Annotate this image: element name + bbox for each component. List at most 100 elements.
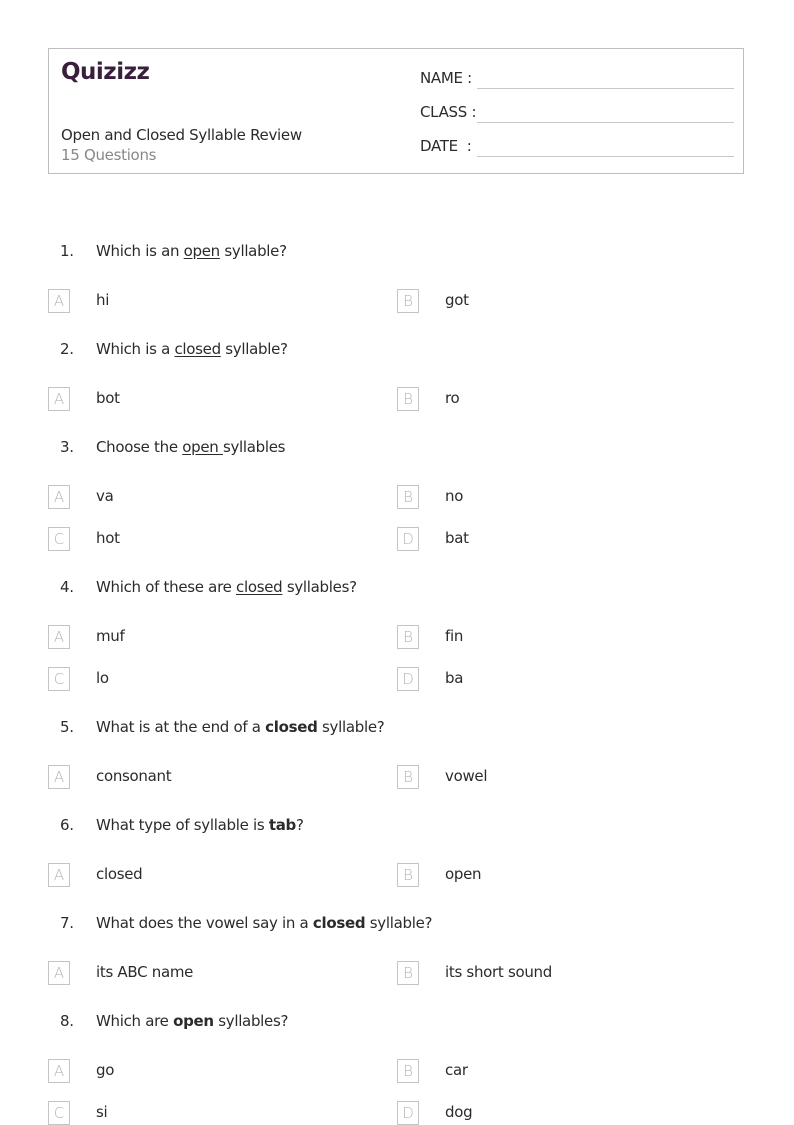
date-input-line[interactable] [477, 156, 734, 157]
answer-option-a[interactable]: Ahi [48, 289, 348, 313]
answer-option-c[interactable]: Clo [48, 667, 348, 691]
question-5: 5. What is at the end of a closed syllabl… [0, 718, 794, 742]
answer-option-a[interactable]: Ago [48, 1059, 348, 1083]
option-text: ba [445, 669, 464, 687]
question-4: 4. Which of these are closed syllables? [0, 578, 794, 602]
option-text: vowel [445, 767, 488, 785]
option-letter-box[interactable]: C [48, 527, 70, 551]
bold-keyword: tab [268, 816, 296, 834]
option-text: go [96, 1061, 115, 1079]
question-text-part: Choose the [96, 438, 183, 456]
option-letter-box[interactable]: B [397, 961, 419, 985]
option-text: va [96, 487, 114, 505]
answer-option-a[interactable]: Ava [48, 485, 348, 509]
question-text-part: Which are [96, 1012, 174, 1030]
answer-option-a[interactable]: Aconsonant [48, 765, 348, 789]
answer-option-b[interactable]: Bgot [397, 289, 697, 313]
option-letter-box[interactable]: A [48, 485, 70, 509]
option-letter-box[interactable]: B [397, 863, 419, 887]
question-number: 4. [60, 578, 74, 596]
option-text: si [96, 1103, 108, 1121]
option-text: dog [445, 1103, 473, 1121]
answer-option-a[interactable]: Abot [48, 387, 348, 411]
question-count: 15 Questions [61, 146, 157, 164]
answer-option-a[interactable]: Aits ABC name [48, 961, 348, 985]
option-letter-box[interactable]: B [397, 765, 419, 789]
question-text: Which is an open syllable? [96, 242, 287, 260]
option-text: muf [96, 627, 125, 645]
answer-option-b[interactable]: Bno [397, 485, 697, 509]
question-text-part: syllable? [365, 914, 433, 932]
date-label: DATE : [420, 137, 472, 155]
option-letter-box[interactable]: D [397, 1101, 419, 1125]
answer-option-a[interactable]: Aclosed [48, 863, 348, 887]
question-2: 2. Which is a closed syllable? [0, 340, 794, 364]
name-input-line[interactable] [477, 88, 734, 89]
bold-keyword: closed [312, 914, 366, 932]
question-text: Which are open syllables? [96, 1012, 288, 1030]
option-letter-box[interactable]: A [48, 863, 70, 887]
option-letter-box[interactable]: A [48, 289, 70, 313]
underlined-keyword: open [183, 242, 221, 260]
answer-option-d[interactable]: Ddog [397, 1101, 697, 1125]
question-number: 7. [60, 914, 74, 932]
answer-option-b[interactable]: Bro [397, 387, 697, 411]
option-letter-box[interactable]: D [397, 527, 419, 551]
underlined-keyword: closed [236, 578, 283, 596]
option-text: its ABC name [96, 963, 194, 981]
question-text-part: Which is a [96, 340, 175, 358]
option-text: lo [96, 669, 109, 687]
option-letter-box[interactable]: C [48, 667, 70, 691]
name-label: NAME : [420, 69, 472, 87]
answer-option-b[interactable]: Bcar [397, 1059, 697, 1083]
question-text-part: syllables? [213, 1012, 289, 1030]
option-letter-box[interactable]: A [48, 387, 70, 411]
answer-option-c[interactable]: Chot [48, 527, 348, 551]
question-3: 3. Choose the open syllables [0, 438, 794, 462]
bold-keyword: open [173, 1012, 214, 1030]
option-text: hot [96, 529, 120, 547]
bold-keyword: closed [265, 718, 318, 736]
option-text: no [445, 487, 464, 505]
question-text-part: What type of syllable is [96, 816, 269, 834]
class-input-line[interactable] [477, 122, 734, 123]
option-text: its short sound [445, 963, 552, 981]
answer-option-b[interactable]: Bfin [397, 625, 697, 649]
question-number: 6. [60, 816, 74, 834]
option-text: bat [445, 529, 469, 547]
option-letter-box[interactable]: A [48, 1059, 70, 1083]
option-letter-box[interactable]: A [48, 765, 70, 789]
option-letter-box[interactable]: A [48, 961, 70, 985]
question-text-part: What is at the end of a [96, 718, 266, 736]
option-letter-box[interactable]: D [397, 667, 419, 691]
option-text: ro [445, 389, 460, 407]
option-letter-box[interactable]: B [397, 387, 419, 411]
option-letter-box[interactable]: A [48, 625, 70, 649]
option-text: car [445, 1061, 468, 1079]
underlined-keyword: closed [174, 340, 221, 358]
answer-option-b[interactable]: Bopen [397, 863, 697, 887]
answer-option-a[interactable]: Amuf [48, 625, 348, 649]
option-letter-box[interactable]: B [397, 1059, 419, 1083]
option-letter-box[interactable]: B [397, 485, 419, 509]
question-text-part: What does the vowel say in a [96, 914, 313, 932]
answer-option-b[interactable]: Bits short sound [397, 961, 697, 985]
question-text: Choose the open syllables [96, 438, 286, 456]
option-text: fin [445, 627, 464, 645]
option-letter-box[interactable]: C [48, 1101, 70, 1125]
question-text-part: syllable? [317, 718, 385, 736]
option-text: closed [96, 865, 143, 883]
question-text: What does the vowel say in a closed syll… [96, 914, 432, 932]
question-text: Which of these are closed syllables? [96, 578, 357, 596]
answer-option-d[interactable]: Dba [397, 667, 697, 691]
option-letter-box[interactable]: B [397, 289, 419, 313]
option-letter-box[interactable]: B [397, 625, 419, 649]
answer-option-b[interactable]: Bvowel [397, 765, 697, 789]
question-8: 8. Which are open syllables? [0, 1012, 794, 1036]
option-text: consonant [96, 767, 172, 785]
question-number: 3. [60, 438, 74, 456]
answer-option-c[interactable]: Csi [48, 1101, 348, 1125]
worksheet-title: Open and Closed Syllable Review [61, 126, 302, 144]
answer-option-d[interactable]: Dbat [397, 527, 697, 551]
name-field: NAME : [420, 65, 734, 89]
